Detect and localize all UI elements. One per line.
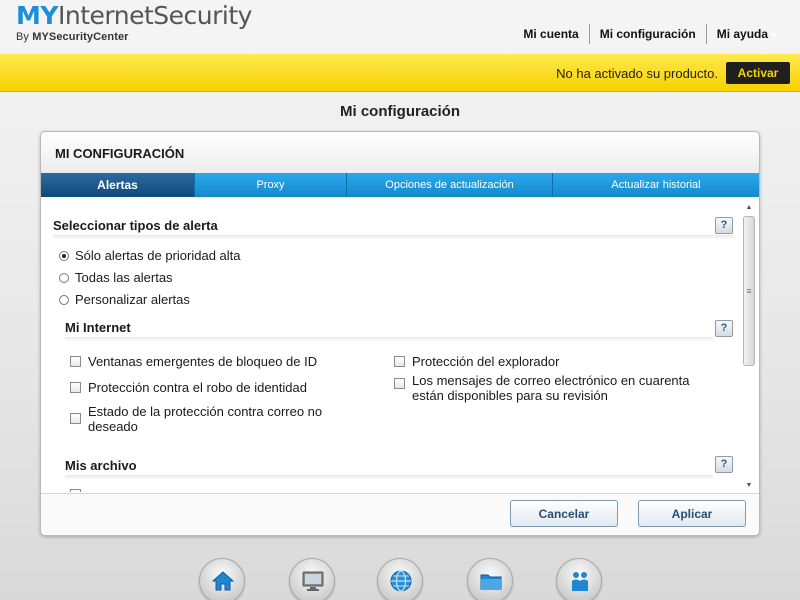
checkbox-quarantine-emails[interactable]: Los mensajes de correo electrónico en cu…: [394, 373, 714, 403]
checkbox[interactable]: [70, 489, 81, 492]
checkbox[interactable]: [70, 413, 81, 424]
chevron-down-icon: ▼: [770, 31, 778, 40]
logo-tagline-prefix: By: [16, 31, 33, 43]
activation-banner: No ha activado su producto. Activar: [0, 54, 800, 92]
radio-button[interactable]: [59, 295, 69, 305]
cancel-button[interactable]: Cancelar: [510, 500, 618, 527]
checkbox[interactable]: [70, 356, 81, 367]
checkbox-identity-theft-label: Protección contra el robo de identidad: [88, 380, 307, 395]
checkbox[interactable]: [394, 378, 405, 389]
tab-proxy[interactable]: Proxy: [195, 173, 347, 197]
radio-button[interactable]: [59, 273, 69, 283]
alert-types-heading: Seleccionar tipos de alerta: [53, 218, 218, 233]
section-divider: [65, 337, 713, 341]
tab-update-history[interactable]: Actualizar historial: [553, 173, 759, 197]
radio-high-priority-label: Sólo alertas de prioridad alta: [75, 248, 241, 263]
checkbox[interactable]: [394, 356, 405, 367]
section-divider: [53, 235, 733, 239]
monitor-icon: [302, 571, 324, 591]
logo-tagline-brand: MYSecurityCenter: [32, 31, 129, 43]
radio-custom-alerts[interactable]: Personalizar alertas: [59, 292, 190, 307]
mis-archivo-help-icon[interactable]: ?: [715, 456, 733, 473]
checkbox-id-popups-label: Ventanas emergentes de bloqueo de ID: [88, 354, 318, 369]
activate-button[interactable]: Activar: [726, 62, 790, 84]
activation-message: No ha activado su producto.: [556, 66, 718, 81]
top-navigation: Mi cuenta Mi configuración Mi ayuda ▼: [513, 24, 788, 44]
checkbox-id-popups[interactable]: Ventanas emergentes de bloqueo de ID: [70, 354, 370, 369]
checkbox-spam-status-label: Estado de la protección contra correo no…: [88, 404, 323, 434]
dock-home-button[interactable]: [199, 558, 245, 600]
radio-all-alerts[interactable]: Todas las alertas: [59, 270, 173, 285]
globe-icon: [390, 570, 412, 592]
settings-tabs: Alertas Proxy Opciones de actualización …: [41, 173, 759, 197]
checkbox[interactable]: [70, 382, 81, 393]
vertical-scrollbar[interactable]: ▲ ≡ ▼: [742, 202, 756, 492]
checkbox-quarantine-emails-label: Los mensajes de correo electrónico en cu…: [412, 373, 690, 403]
panel-title: MI CONFIGURACIÓN: [55, 146, 185, 161]
brand-logo: MYInternetSecurity By MYSecurityCenter: [16, 1, 252, 44]
nav-my-configuration[interactable]: Mi configuración: [590, 27, 706, 41]
logo-tagline: By MYSecurityCenter: [16, 31, 252, 43]
panel-footer: Cancelar Aplicar: [41, 493, 759, 535]
people-icon: [572, 572, 588, 591]
radio-button-selected[interactable]: [59, 251, 69, 261]
nav-my-account[interactable]: Mi cuenta: [513, 27, 588, 41]
radio-all-alerts-label: Todas las alertas: [75, 270, 173, 285]
scroll-thumb[interactable]: ≡: [743, 216, 755, 366]
nav-my-help-label: Mi ayuda: [716, 27, 769, 41]
mi-internet-help-icon[interactable]: ?: [715, 320, 733, 337]
scroll-down-arrow-icon[interactable]: ▼: [742, 480, 756, 492]
mi-internet-heading: Mi Internet: [65, 320, 131, 335]
logo-my: MY: [16, 1, 58, 30]
dock-monitor-button[interactable]: [289, 558, 335, 600]
dock-family-button[interactable]: [556, 558, 602, 600]
checkbox-browser-protection-label: Protección del explorador: [412, 354, 560, 369]
home-icon: [211, 571, 235, 591]
settings-panel: MI CONFIGURACIÓN Alertas Proxy Opciones …: [40, 131, 760, 536]
dock-files-button[interactable]: [467, 558, 513, 600]
panel-header: MI CONFIGURACIÓN: [41, 132, 759, 174]
section-divider: [65, 475, 713, 479]
alerts-content: Seleccionar tipos de alerta ? Sólo alert…: [41, 198, 741, 492]
checkbox-identity-theft[interactable]: Protección contra el robo de identidad: [70, 380, 370, 395]
tab-alertas[interactable]: Alertas: [41, 173, 195, 197]
nav-my-help[interactable]: Mi ayuda ▼: [707, 27, 788, 41]
checkbox-browser-protection[interactable]: Protección del explorador: [394, 354, 714, 369]
radio-custom-alerts-label: Personalizar alertas: [75, 292, 190, 307]
checkbox-spam-status[interactable]: Estado de la protección contra correo no…: [70, 404, 370, 434]
radio-high-priority[interactable]: Sólo alertas de prioridad alta: [59, 248, 241, 263]
apply-button[interactable]: Aplicar: [638, 500, 746, 527]
app-header: MYInternetSecurity By MYSecurityCenter M…: [0, 0, 800, 52]
logo-name: InternetSecurity: [57, 1, 252, 30]
alert-types-help-icon[interactable]: ?: [715, 217, 733, 234]
mis-archivo-heading: Mis archivo: [65, 458, 137, 473]
tab-update-options[interactable]: Opciones de actualización: [347, 173, 553, 197]
dock-internet-button[interactable]: [377, 558, 423, 600]
scroll-up-arrow-icon[interactable]: ▲: [742, 202, 756, 214]
page-title: Mi configuración: [340, 103, 460, 120]
folder-icon: [480, 574, 502, 590]
